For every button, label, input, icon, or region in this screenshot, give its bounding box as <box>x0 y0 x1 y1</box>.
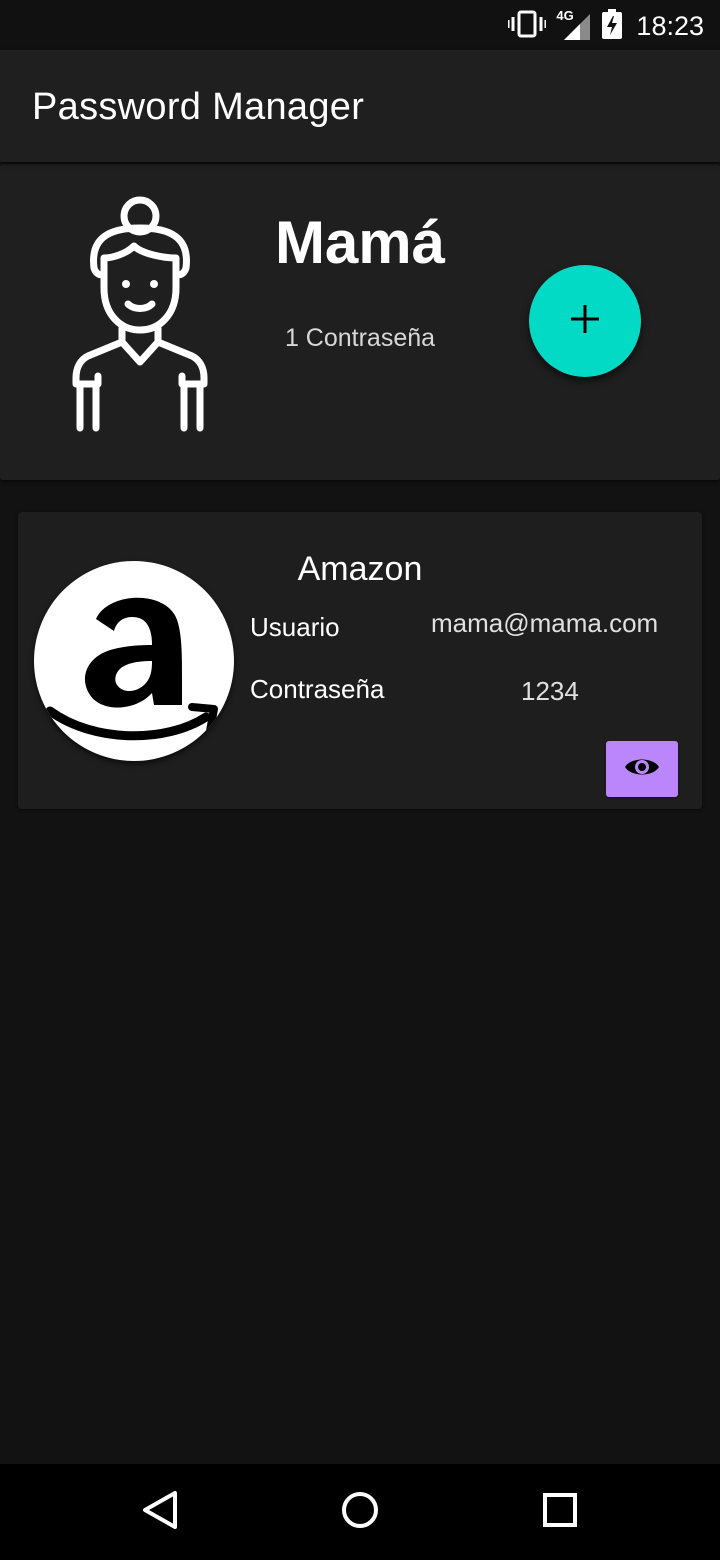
status-time: 18:23 <box>636 10 704 41</box>
app-title: Password Manager <box>32 86 365 128</box>
eye-icon <box>624 755 660 784</box>
profile-header-card: Mamá 1 Contraseña <box>0 164 720 480</box>
amazon-logo <box>34 561 234 761</box>
vibrate-icon <box>507 9 547 44</box>
plus-icon <box>570 304 600 339</box>
signal-icon: 4G <box>556 8 592 42</box>
site-name: Amazon <box>297 550 423 588</box>
app-screen: 4G 18:23 Password Manager Mamá 1 Contras… <box>0 0 720 1560</box>
password-entry-card[interactable]: Amazon Usuario mama@mama.com Contraseña … <box>18 512 702 809</box>
woman-avatar-icon <box>72 196 208 432</box>
reveal-password-button[interactable] <box>606 741 678 797</box>
home-button[interactable] <box>336 1488 384 1536</box>
recents-icon <box>542 1492 578 1533</box>
status-icons: 4G 18:23 <box>507 8 704 44</box>
password-value: 1234 <box>521 676 579 706</box>
profile-name: Mamá <box>274 209 446 276</box>
add-password-button[interactable] <box>529 265 641 377</box>
battery-charging-icon <box>602 8 623 44</box>
home-icon <box>340 1490 380 1535</box>
back-button[interactable] <box>136 1488 184 1536</box>
status-bar: 4G 18:23 <box>0 0 720 50</box>
navigation-bar <box>0 1464 720 1560</box>
password-label: Contraseña <box>250 674 385 704</box>
back-icon <box>141 1490 179 1535</box>
username-label: Usuario <box>250 612 340 642</box>
password-count: 1 Contraseña <box>284 324 436 352</box>
recents-button[interactable] <box>536 1488 584 1536</box>
app-bar: Password Manager <box>0 50 720 162</box>
username-value: mama@mama.com <box>431 608 659 638</box>
